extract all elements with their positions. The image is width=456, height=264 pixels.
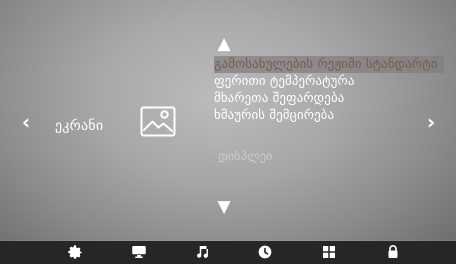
settings-screen: ▲ ‹ › ▼ ეკრანი გამოსახულების რეჟიმი სტან…: [0, 0, 456, 264]
settings-menu: გამოსახულების რეჟიმი სტანდარტი ფერითი ტე…: [214, 56, 444, 163]
bottom-toolbar: [0, 241, 456, 264]
menu-item-noise-reduction[interactable]: ხმაურის შემცირება: [214, 107, 444, 124]
down-arrow-icon[interactable]: ▼: [216, 199, 232, 216]
gear-icon[interactable]: [66, 243, 84, 261]
up-arrow-icon[interactable]: ▲: [216, 36, 232, 53]
lock-icon[interactable]: [384, 243, 402, 261]
grid-icon[interactable]: [320, 243, 338, 261]
menu-item-aspect-ratio[interactable]: მხარეთა შეფარდება: [214, 90, 444, 107]
menu-item-color-temperature[interactable]: ფერითი ტემპერატურა: [214, 73, 444, 90]
music-note-icon[interactable]: [193, 243, 211, 261]
clock-icon[interactable]: [256, 243, 274, 261]
image-icon: [140, 106, 176, 137]
screen-category-label: ეკრანი: [55, 118, 104, 134]
menu-item-display[interactable]: დისპლეი: [218, 148, 273, 165]
monitor-icon[interactable]: [130, 243, 148, 261]
menu-item-picture-mode[interactable]: გამოსახულების რეჟიმი სტანდარტი: [214, 56, 444, 73]
left-arrow-icon[interactable]: ‹: [18, 112, 34, 132]
